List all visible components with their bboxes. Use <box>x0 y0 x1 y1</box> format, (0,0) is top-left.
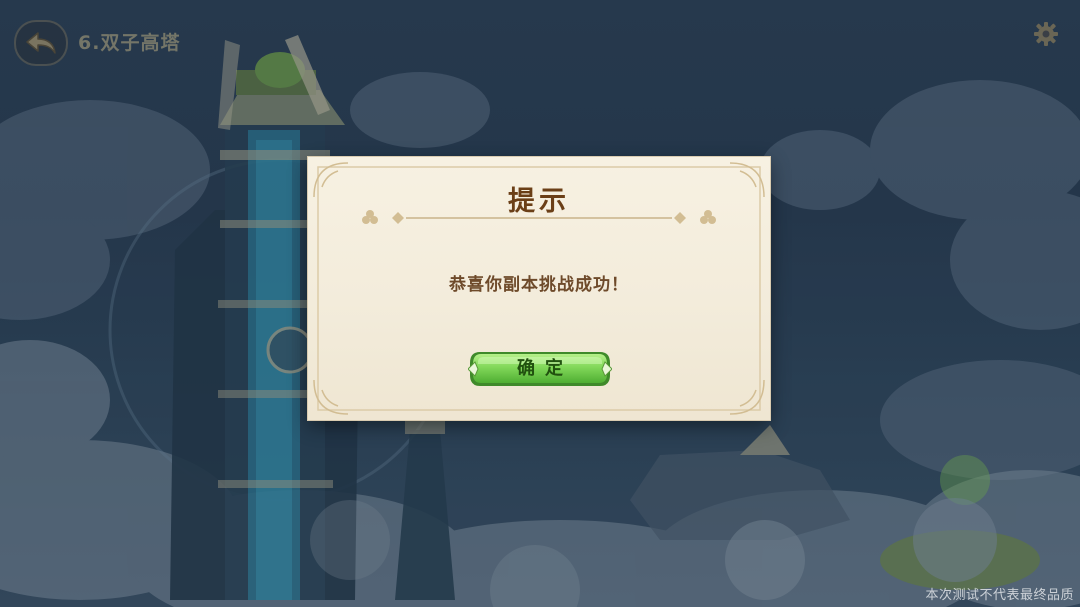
dialog-title: 提示 <box>508 186 570 217</box>
prompt-dialog: 提示 恭喜你副本挑战成功！ 确定 <box>308 157 770 420</box>
settings-button[interactable] <box>1030 18 1062 50</box>
back-button[interactable] <box>14 20 68 66</box>
game-scene: 6.双子高塔 提示 恭喜你副本挑战成功！ 确定 本次测试不代表最终品质 <box>0 0 1080 607</box>
gear-icon <box>1034 22 1058 46</box>
confirm-button-label: 确定 <box>517 358 573 379</box>
dialog-message: 恭喜你副本挑战成功！ <box>449 275 629 295</box>
test-watermark: 本次测试不代表最终品质 <box>925 588 1074 603</box>
back-arrow-icon <box>26 32 56 54</box>
confirm-button[interactable]: 确定 <box>468 347 612 391</box>
stage-title: 6.双子高塔 <box>78 32 181 54</box>
